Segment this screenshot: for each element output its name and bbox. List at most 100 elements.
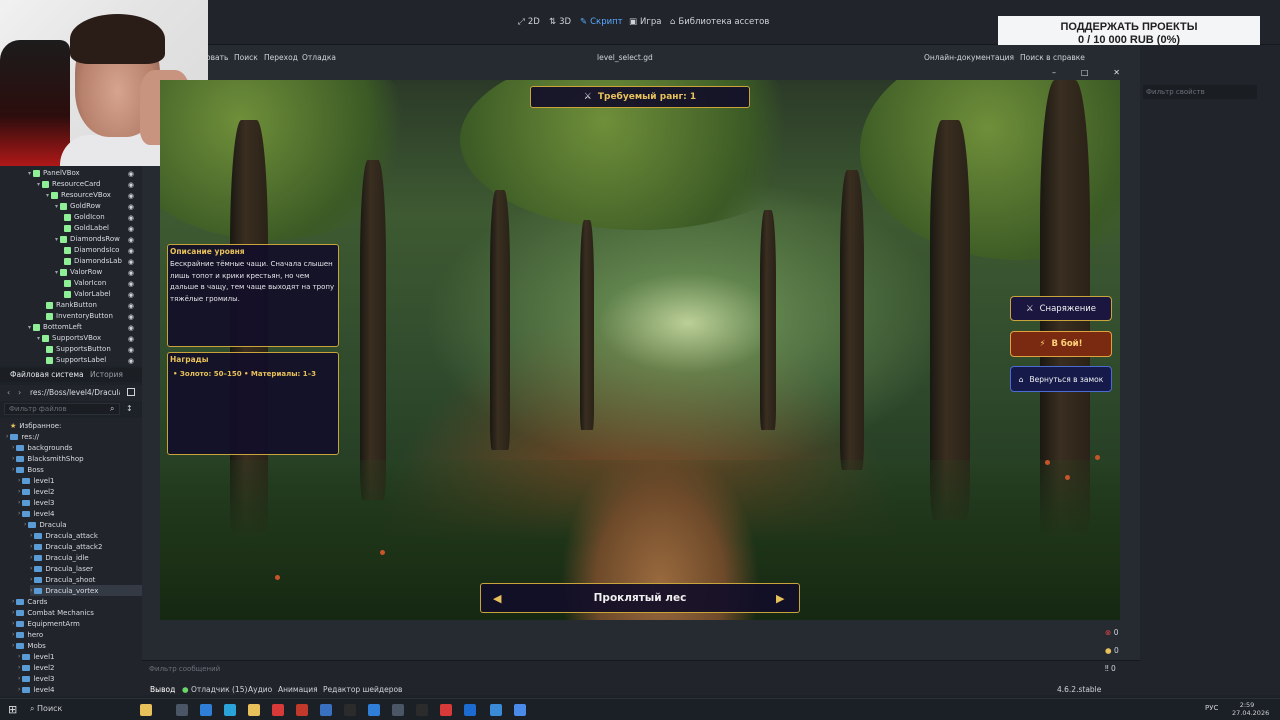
visibility-eye-icon[interactable]: ◉: [128, 258, 134, 266]
message-filter-input[interactable]: Фильтр сообщений: [149, 665, 220, 673]
toggle-split-icon[interactable]: [127, 388, 135, 396]
chevron-icon[interactable]: ›: [30, 554, 32, 561]
chevron-icon[interactable]: ›: [30, 587, 32, 594]
visibility-eye-icon[interactable]: ◉: [128, 335, 134, 343]
visibility-eye-icon[interactable]: ◉: [128, 214, 134, 222]
chevron-icon[interactable]: ›: [18, 664, 20, 671]
equipment-button[interactable]: ⚔ Снаряжение: [1010, 296, 1112, 321]
chevron-icon[interactable]: ›: [18, 686, 20, 693]
visibility-eye-icon[interactable]: ◉: [128, 192, 134, 200]
menu-search[interactable]: Поиск: [234, 53, 258, 62]
chevron-down-icon[interactable]: ▾: [55, 269, 58, 276]
scene-tree-node[interactable]: ▾ GoldRow ◉: [0, 202, 142, 213]
tab-shader-editor[interactable]: Редактор шейдеров: [323, 685, 402, 694]
chevron-icon[interactable]: ›: [18, 510, 20, 517]
file-tree-item[interactable]: › Combat Mechanics: [12, 607, 142, 618]
chevron-icon[interactable]: ›: [12, 455, 14, 462]
chevron-down-icon[interactable]: ▾: [28, 170, 31, 177]
tab-asset-library[interactable]: ⌂ Библиотека ассетов: [670, 15, 769, 29]
back-arrow-icon[interactable]: ‹: [7, 388, 10, 397]
scene-tree-node[interactable]: GoldIcon ◉: [0, 213, 142, 224]
app-icon[interactable]: [490, 704, 502, 716]
tab-filesystem[interactable]: Файловая система: [10, 370, 84, 379]
chevron-icon[interactable]: ›: [18, 653, 20, 660]
favorites-row[interactable]: ★ Избранное:: [10, 420, 61, 431]
visibility-eye-icon[interactable]: ◉: [128, 181, 134, 189]
clock[interactable]: 2:59 27.04.2026: [1232, 701, 1269, 717]
file-tree-item[interactable]: › level1: [18, 651, 142, 662]
visibility-eye-icon[interactable]: ◉: [128, 324, 134, 332]
file-tree-item[interactable]: › Mobs: [12, 640, 142, 651]
file-tree-item[interactable]: › level3: [18, 497, 142, 508]
chevron-icon[interactable]: ›: [18, 477, 20, 484]
scene-tree-node[interactable]: ▾ SupportsVBox ◉: [0, 334, 142, 345]
scene-tree-node[interactable]: ▾ DiamondsRow ◉: [0, 235, 142, 246]
file-tree-item[interactable]: › level4: [18, 684, 142, 695]
tab-audio[interactable]: Аудио: [248, 685, 272, 694]
file-tree-item[interactable]: › Dracula_laser: [30, 563, 142, 574]
app-icon[interactable]: [392, 704, 404, 716]
chevron-icon[interactable]: ›: [12, 631, 14, 638]
file-tree-item[interactable]: › level4: [18, 508, 142, 519]
scene-tree-node[interactable]: ValorLabel ◉: [0, 290, 142, 301]
visibility-eye-icon[interactable]: ◉: [128, 269, 134, 277]
file-tree-item[interactable]: › Cards: [12, 596, 142, 607]
chevron-icon[interactable]: ›: [12, 444, 14, 451]
next-level-arrow-icon[interactable]: ▶: [776, 592, 784, 605]
mail-icon[interactable]: [200, 704, 212, 716]
file-tree-item[interactable]: › Dracula_shoot: [30, 574, 142, 585]
chevron-icon[interactable]: ›: [30, 565, 32, 572]
visibility-eye-icon[interactable]: ◉: [128, 291, 134, 299]
file-tree-item[interactable]: › Dracula_idle: [30, 552, 142, 563]
file-filter-input[interactable]: Фильтр файлов: [4, 403, 120, 415]
tab-3d[interactable]: ⇅ 3D: [549, 15, 571, 29]
maximize-icon[interactable]: □: [1081, 68, 1089, 78]
minimize-icon[interactable]: –: [1052, 68, 1056, 78]
windows-start-icon[interactable]: ⊞: [8, 703, 17, 716]
help-search-link[interactable]: Поиск в справке: [1020, 53, 1085, 62]
scene-tree-node[interactable]: SupportsLabel ◉: [0, 356, 142, 367]
scene-tree-node[interactable]: ▾ BottomLeft ◉: [0, 323, 142, 334]
chevron-down-icon[interactable]: ▾: [55, 236, 58, 243]
file-tree-item[interactable]: › level2: [18, 486, 142, 497]
task-view-icon[interactable]: [176, 704, 188, 716]
app-icon[interactable]: [416, 704, 428, 716]
scene-tree-node[interactable]: ▾ PanelVBox ◉: [0, 169, 142, 180]
sort-icon[interactable]: ↕: [126, 404, 133, 413]
file-tree-item[interactable]: › Dracula_attack2: [30, 541, 142, 552]
scene-tree-node[interactable]: SupportsButton ◉: [0, 345, 142, 356]
file-tree-item[interactable]: › hero: [12, 629, 142, 640]
chevron-icon[interactable]: ›: [12, 642, 14, 649]
scene-tree-node[interactable]: RankButton ◉: [0, 301, 142, 312]
taskbar-search[interactable]: ⌕ Поиск: [30, 704, 62, 714]
visibility-eye-icon[interactable]: ◉: [128, 203, 134, 211]
godot-icon[interactable]: [514, 704, 526, 716]
visibility-eye-icon[interactable]: ◉: [128, 236, 134, 244]
tab-2d[interactable]: ⤢ 2D: [518, 15, 540, 29]
tab-history[interactable]: История: [90, 370, 123, 379]
chevron-icon[interactable]: ›: [30, 543, 32, 550]
file-tree-item[interactable]: › EquipmentArm: [12, 618, 142, 629]
file-tree-item[interactable]: › Dracula: [24, 519, 142, 530]
yandex-icon[interactable]: [272, 704, 284, 716]
chevron-icon[interactable]: ›: [18, 488, 20, 495]
app-icon[interactable]: [344, 704, 356, 716]
steam-icon[interactable]: [464, 704, 476, 716]
menu-edit[interactable]: овать: [206, 53, 228, 62]
chevron-down-icon[interactable]: ▾: [28, 324, 31, 331]
chevron-icon[interactable]: ›: [12, 466, 14, 473]
chevron-icon[interactable]: ›: [24, 521, 26, 528]
chevron-icon[interactable]: ›: [30, 576, 32, 583]
app-icon[interactable]: [320, 704, 332, 716]
file-tree-item[interactable]: › level1: [18, 475, 142, 486]
opera-icon[interactable]: [296, 704, 308, 716]
forward-arrow-icon[interactable]: ›: [18, 388, 21, 397]
scene-tree-node[interactable]: ValorIcon ◉: [0, 279, 142, 290]
fight-button[interactable]: ⚡ В бой!: [1010, 331, 1112, 357]
chevron-down-icon[interactable]: ▾: [46, 192, 49, 199]
visibility-eye-icon[interactable]: ◉: [128, 280, 134, 288]
visibility-eye-icon[interactable]: ◉: [128, 302, 134, 310]
tab-animation[interactable]: Анимация: [278, 685, 318, 694]
chevron-down-icon[interactable]: ▾: [37, 335, 40, 342]
tab-debugger[interactable]: ● Отладчик (15): [182, 685, 247, 694]
